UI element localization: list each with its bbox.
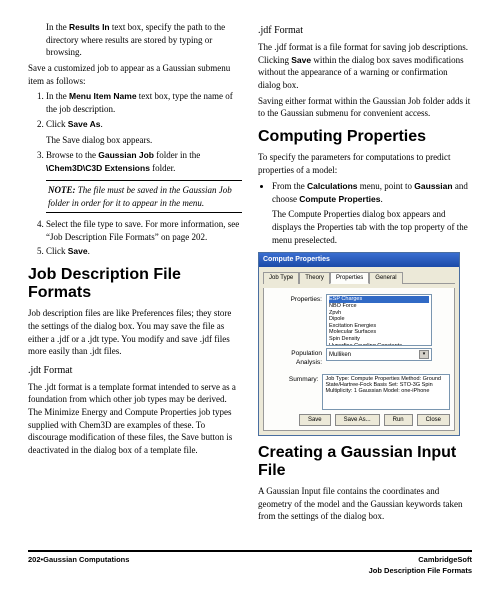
- compute-properties-dialog: Compute Properties Job Type Theory Prope…: [258, 252, 460, 436]
- intro-text: In the Results In text box, specify the …: [46, 21, 242, 59]
- tab-theory[interactable]: Theory: [299, 272, 330, 284]
- step-2: Click Save As. The Save dialog box appea…: [46, 118, 242, 146]
- summary-label: Summary:: [268, 374, 318, 384]
- properties-panel: Properties: ESP Charges NBO Force Zpvh D…: [263, 288, 455, 431]
- dialog-tabs: Job Type Theory Properties General: [263, 271, 455, 284]
- close-button[interactable]: Close: [417, 414, 450, 426]
- jdf-desc: Job description files are like Preferenc…: [28, 307, 242, 357]
- steps-list: In the Menu Item Name text box, type the…: [28, 90, 242, 175]
- step-5: Click Save.: [46, 245, 242, 258]
- bullet-1-sub: The Compute Properties dialog box appear…: [272, 208, 472, 246]
- footer-right: CambridgeSoft Job Description File Forma…: [369, 555, 472, 576]
- list-item[interactable]: Hyperfine Coupling Constants: [329, 343, 429, 347]
- step-4: Select the file type to save. For more i…: [46, 218, 242, 243]
- step-2-sub: The Save dialog box appears.: [46, 134, 242, 147]
- tab-general[interactable]: General: [369, 272, 402, 284]
- list-item[interactable]: Spin Density: [329, 336, 429, 343]
- jdf-text-2: Saving either format within the Gaussian…: [258, 95, 472, 120]
- properties-listbox[interactable]: ESP Charges NBO Force Zpvh Dipole Excita…: [326, 294, 432, 346]
- computing-bullets: From the Calculations menu, point to Gau…: [258, 180, 472, 247]
- dialog-titlebar: Compute Properties: [259, 253, 459, 267]
- saveas-button[interactable]: Save As...: [335, 414, 380, 426]
- steps-list-cont: Select the file type to save. For more i…: [28, 218, 242, 258]
- page-footer: 202•Gaussian Computations CambridgeSoft …: [28, 550, 472, 576]
- run-button[interactable]: Run: [384, 414, 413, 426]
- heading-computing: Computing Properties: [258, 128, 472, 146]
- jdf-text: The .jdf format is a file format for sav…: [258, 41, 472, 92]
- gaussian-input-desc: A Gaussian Input file contains the coord…: [258, 485, 472, 523]
- left-column: In the Results In text box, specify the …: [28, 18, 242, 542]
- step-3: Browse to the Gaussian Job folder in the…: [46, 149, 242, 175]
- save-button[interactable]: Save: [299, 414, 331, 426]
- save-lead: Save a customized job to appear as a Gau…: [28, 62, 242, 87]
- heading-jdf: .jdf Format: [258, 24, 472, 38]
- tab-jobtype[interactable]: Job Type: [263, 272, 299, 284]
- list-item[interactable]: Molecular Surfaces: [329, 329, 429, 336]
- list-item[interactable]: ESP Charges: [329, 296, 429, 303]
- list-item[interactable]: Zpvh: [329, 310, 429, 317]
- list-item[interactable]: Dipole: [329, 316, 429, 323]
- list-item[interactable]: Excitation Energies: [329, 323, 429, 330]
- summary-box: Job Type: Compute Properties Method: Gro…: [322, 374, 450, 410]
- step-1: In the Menu Item Name text box, type the…: [46, 90, 242, 115]
- footer-left: 202•Gaussian Computations: [28, 555, 129, 576]
- heading-gaussian-input: Creating a Gaussian Input File: [258, 444, 472, 479]
- note-text: The file must be saved in the Gaussian J…: [48, 185, 232, 208]
- right-column: .jdf Format The .jdf format is a file fo…: [258, 18, 472, 542]
- results-in-label: Results In: [69, 22, 110, 32]
- note-label: NOTE:: [48, 185, 76, 195]
- population-label: Population Analysis:: [268, 348, 322, 367]
- tab-properties[interactable]: Properties: [330, 272, 369, 284]
- jdt-desc: The .jdt format is a template format int…: [28, 381, 242, 457]
- chevron-down-icon[interactable]: ▾: [419, 350, 429, 359]
- heading-jdf-formats: Job Description File Formats: [28, 266, 242, 301]
- list-item[interactable]: NBO Force: [329, 303, 429, 310]
- computing-lead: To specify the parameters for computatio…: [258, 151, 472, 176]
- bullet-1: From the Calculations menu, point to Gau…: [272, 180, 472, 247]
- note-box: NOTE: The file must be saved in the Gaus…: [46, 180, 242, 213]
- properties-label: Properties:: [268, 294, 322, 304]
- population-combo[interactable]: Mulliken ▾: [326, 348, 432, 361]
- heading-jdt: .jdt Format: [28, 364, 242, 378]
